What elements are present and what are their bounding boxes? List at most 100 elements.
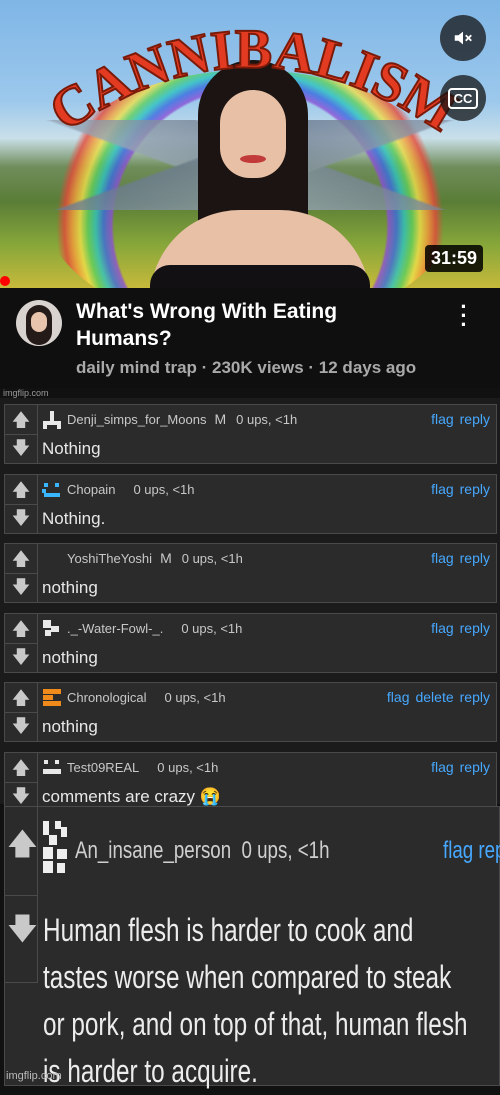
vote-column: 🡅 🡇 (5, 683, 38, 741)
video-player[interactable]: CANNIBALISM CC 31:59 (0, 0, 500, 288)
comment-row: 🡅 🡇 Test09REAL 0 ups, <1h flag reply comments … (4, 751, 497, 812)
comment-meta: 0 ups, <1h (181, 551, 243, 566)
user-avatar[interactable] (41, 409, 63, 431)
downvote-icon[interactable]: 🡇 (10, 435, 32, 461)
comment-header: Denji_simps_for_Moons M 0 ups, <1h (67, 411, 297, 427)
svg-text:CANNIBALISM: CANNIBALISM (39, 20, 468, 144)
comment-meta: 0 ups, <1h (157, 759, 219, 775)
video-meta: daily mind trap · 230K views · 12 days a… (76, 358, 417, 377)
downvote-icon[interactable]: 🡇 (10, 644, 32, 670)
upvote-icon[interactable]: 🡅 (7, 822, 38, 873)
comment-header: YoshiTheYoshi M 0 ups, <1h (67, 550, 243, 566)
reply-link[interactable]: reply (460, 689, 490, 705)
comment-actions: flag reply (425, 411, 490, 427)
comment-username[interactable]: ._-Water-Fowl-_. (67, 621, 163, 636)
vote-column: 🡅 🡇 (5, 807, 38, 983)
comment-username[interactable]: YoshiTheYoshi (67, 551, 152, 566)
delete-link[interactable]: delete (415, 689, 453, 705)
user-avatar[interactable] (41, 819, 69, 875)
vote-column: 🡅 🡇 (5, 544, 38, 602)
comment-row: 🡅 🡇 Chronological 0 ups, <1h flag delete reply… (4, 682, 497, 742)
comment-actions: flag reply (425, 759, 490, 775)
comments-section: 🡅 🡇 Denji_simps_for_Moons M 0 ups, <1h flag re… (0, 398, 500, 812)
comment-meta: 0 ups, <1h (133, 481, 195, 497)
downvote-icon[interactable]: 🡇 (7, 907, 38, 958)
comment-row: 🡅 🡇 YoshiTheYoshi M 0 ups, <1h flag reply nothi… (4, 543, 497, 603)
comment-meta: 0 ups, <1h (164, 690, 226, 705)
flag-link[interactable]: flag (431, 550, 454, 566)
comment-meta: 0 ups, <1h (236, 412, 298, 427)
comment-username[interactable]: Denji_simps_for_Moons (67, 412, 206, 427)
comment-username[interactable]: Test09REAL (67, 760, 139, 775)
comment-text: Nothing (42, 439, 101, 458)
user-avatar[interactable] (41, 757, 63, 779)
user-avatar[interactable] (41, 618, 63, 640)
upvote-icon[interactable]: 🡅 (10, 407, 32, 433)
user-avatar[interactable] (41, 687, 63, 709)
comment-actions: flag reply (425, 620, 490, 636)
vote-column: 🡅 🡇 (5, 752, 38, 811)
reply-link[interactable]: reply (460, 550, 490, 566)
comment-actions: flag reply (425, 481, 490, 497)
watermark: imgflip.com (3, 388, 49, 398)
comment-meta: 0 ups, <1h (181, 620, 243, 636)
upvote-icon[interactable]: 🡅 (10, 616, 32, 642)
comment-actions: flag delete reply (381, 689, 490, 705)
comment-actions: flag reply (425, 550, 490, 566)
comment-header: Chopain 0 ups, <1h (67, 481, 195, 497)
user-avatar[interactable] (41, 548, 63, 570)
comment-actions[interactable]: flag reply (443, 837, 500, 865)
video-duration: 31:59 (425, 245, 484, 272)
channel-avatar[interactable] (16, 300, 62, 346)
comment-text: Human flesh is harder to cook and tastes… (43, 912, 468, 1089)
upvote-icon[interactable]: 🡅 (10, 685, 32, 711)
video-info: What's Wrong With Eating Humans? daily m… (0, 288, 500, 388)
comment-username[interactable]: Chopain (67, 482, 115, 497)
featured-comment: 🡅 🡇 An_insane_person 0 ups, <1h flag rep… (4, 806, 500, 1089)
reply-link[interactable]: reply (460, 481, 490, 497)
flag-link[interactable]: flag (431, 481, 454, 497)
cc-icon: CC (447, 87, 479, 109)
thumbnail-title-art: CANNIBALISM (38, 20, 469, 145)
captions-button[interactable]: CC (440, 75, 486, 121)
comment-header: Chronological 0 ups, <1h (67, 689, 226, 705)
downvote-icon[interactable]: 🡇 (10, 713, 32, 739)
comment-header: Test09REAL 0 ups, <1h (67, 759, 218, 775)
mute-icon (454, 31, 472, 45)
watermark-bottom: imgflip.com (6, 1070, 62, 1082)
vote-column: 🡅 🡇 (5, 405, 38, 463)
comment-row: 🡅 🡇 Chopain 0 ups, <1h flag reply Nothing. (4, 473, 497, 534)
downvote-icon[interactable]: 🡇 (10, 505, 32, 531)
comment-username[interactable]: An_insane_person 0 ups, <1h (75, 837, 329, 865)
downvote-icon[interactable]: 🡇 (10, 574, 32, 600)
flag-link[interactable]: flag (387, 689, 410, 705)
comment-text: nothing (42, 647, 98, 667)
upvote-icon[interactable]: 🡅 (10, 755, 32, 781)
more-options-icon[interactable]: · · · (456, 296, 472, 336)
comment-username[interactable]: Chronological (67, 690, 147, 705)
flag-link[interactable]: flag (431, 620, 454, 636)
comment-text: nothing (42, 578, 98, 597)
mod-badge: M (214, 411, 227, 427)
comment-row: 🡅 🡇 Denji_simps_for_Moons M 0 ups, <1h flag re… (4, 404, 497, 464)
downvote-icon[interactable]: 🡇 (10, 783, 32, 809)
upvote-icon[interactable]: 🡅 (10, 477, 32, 503)
flag-link[interactable]: flag (431, 759, 454, 775)
comment-header: ._-Water-Fowl-_. 0 ups, <1h (67, 620, 242, 636)
upvote-icon[interactable]: 🡅 (10, 546, 32, 572)
progress-scrubber[interactable] (0, 276, 10, 286)
flag-link[interactable]: flag (431, 411, 454, 427)
vote-column: 🡅 🡇 (5, 613, 38, 672)
video-title[interactable]: What's Wrong With Eating Humans? (76, 298, 416, 352)
vote-column: 🡅 🡇 (5, 474, 38, 533)
mod-badge: M (160, 550, 172, 566)
reply-link[interactable]: reply (460, 759, 490, 775)
comment-text: nothing (42, 717, 98, 736)
mute-button[interactable] (440, 15, 486, 61)
comment-text: comments are crazy 😭 (42, 786, 221, 806)
user-avatar[interactable] (41, 479, 63, 501)
reply-link[interactable]: reply (460, 411, 490, 427)
comment-row: 🡅 🡇 ._-Water-Fowl-_. 0 ups, <1h flag reply not… (4, 612, 497, 673)
reply-link[interactable]: reply (460, 620, 490, 636)
comment-text: Nothing. (42, 508, 106, 528)
